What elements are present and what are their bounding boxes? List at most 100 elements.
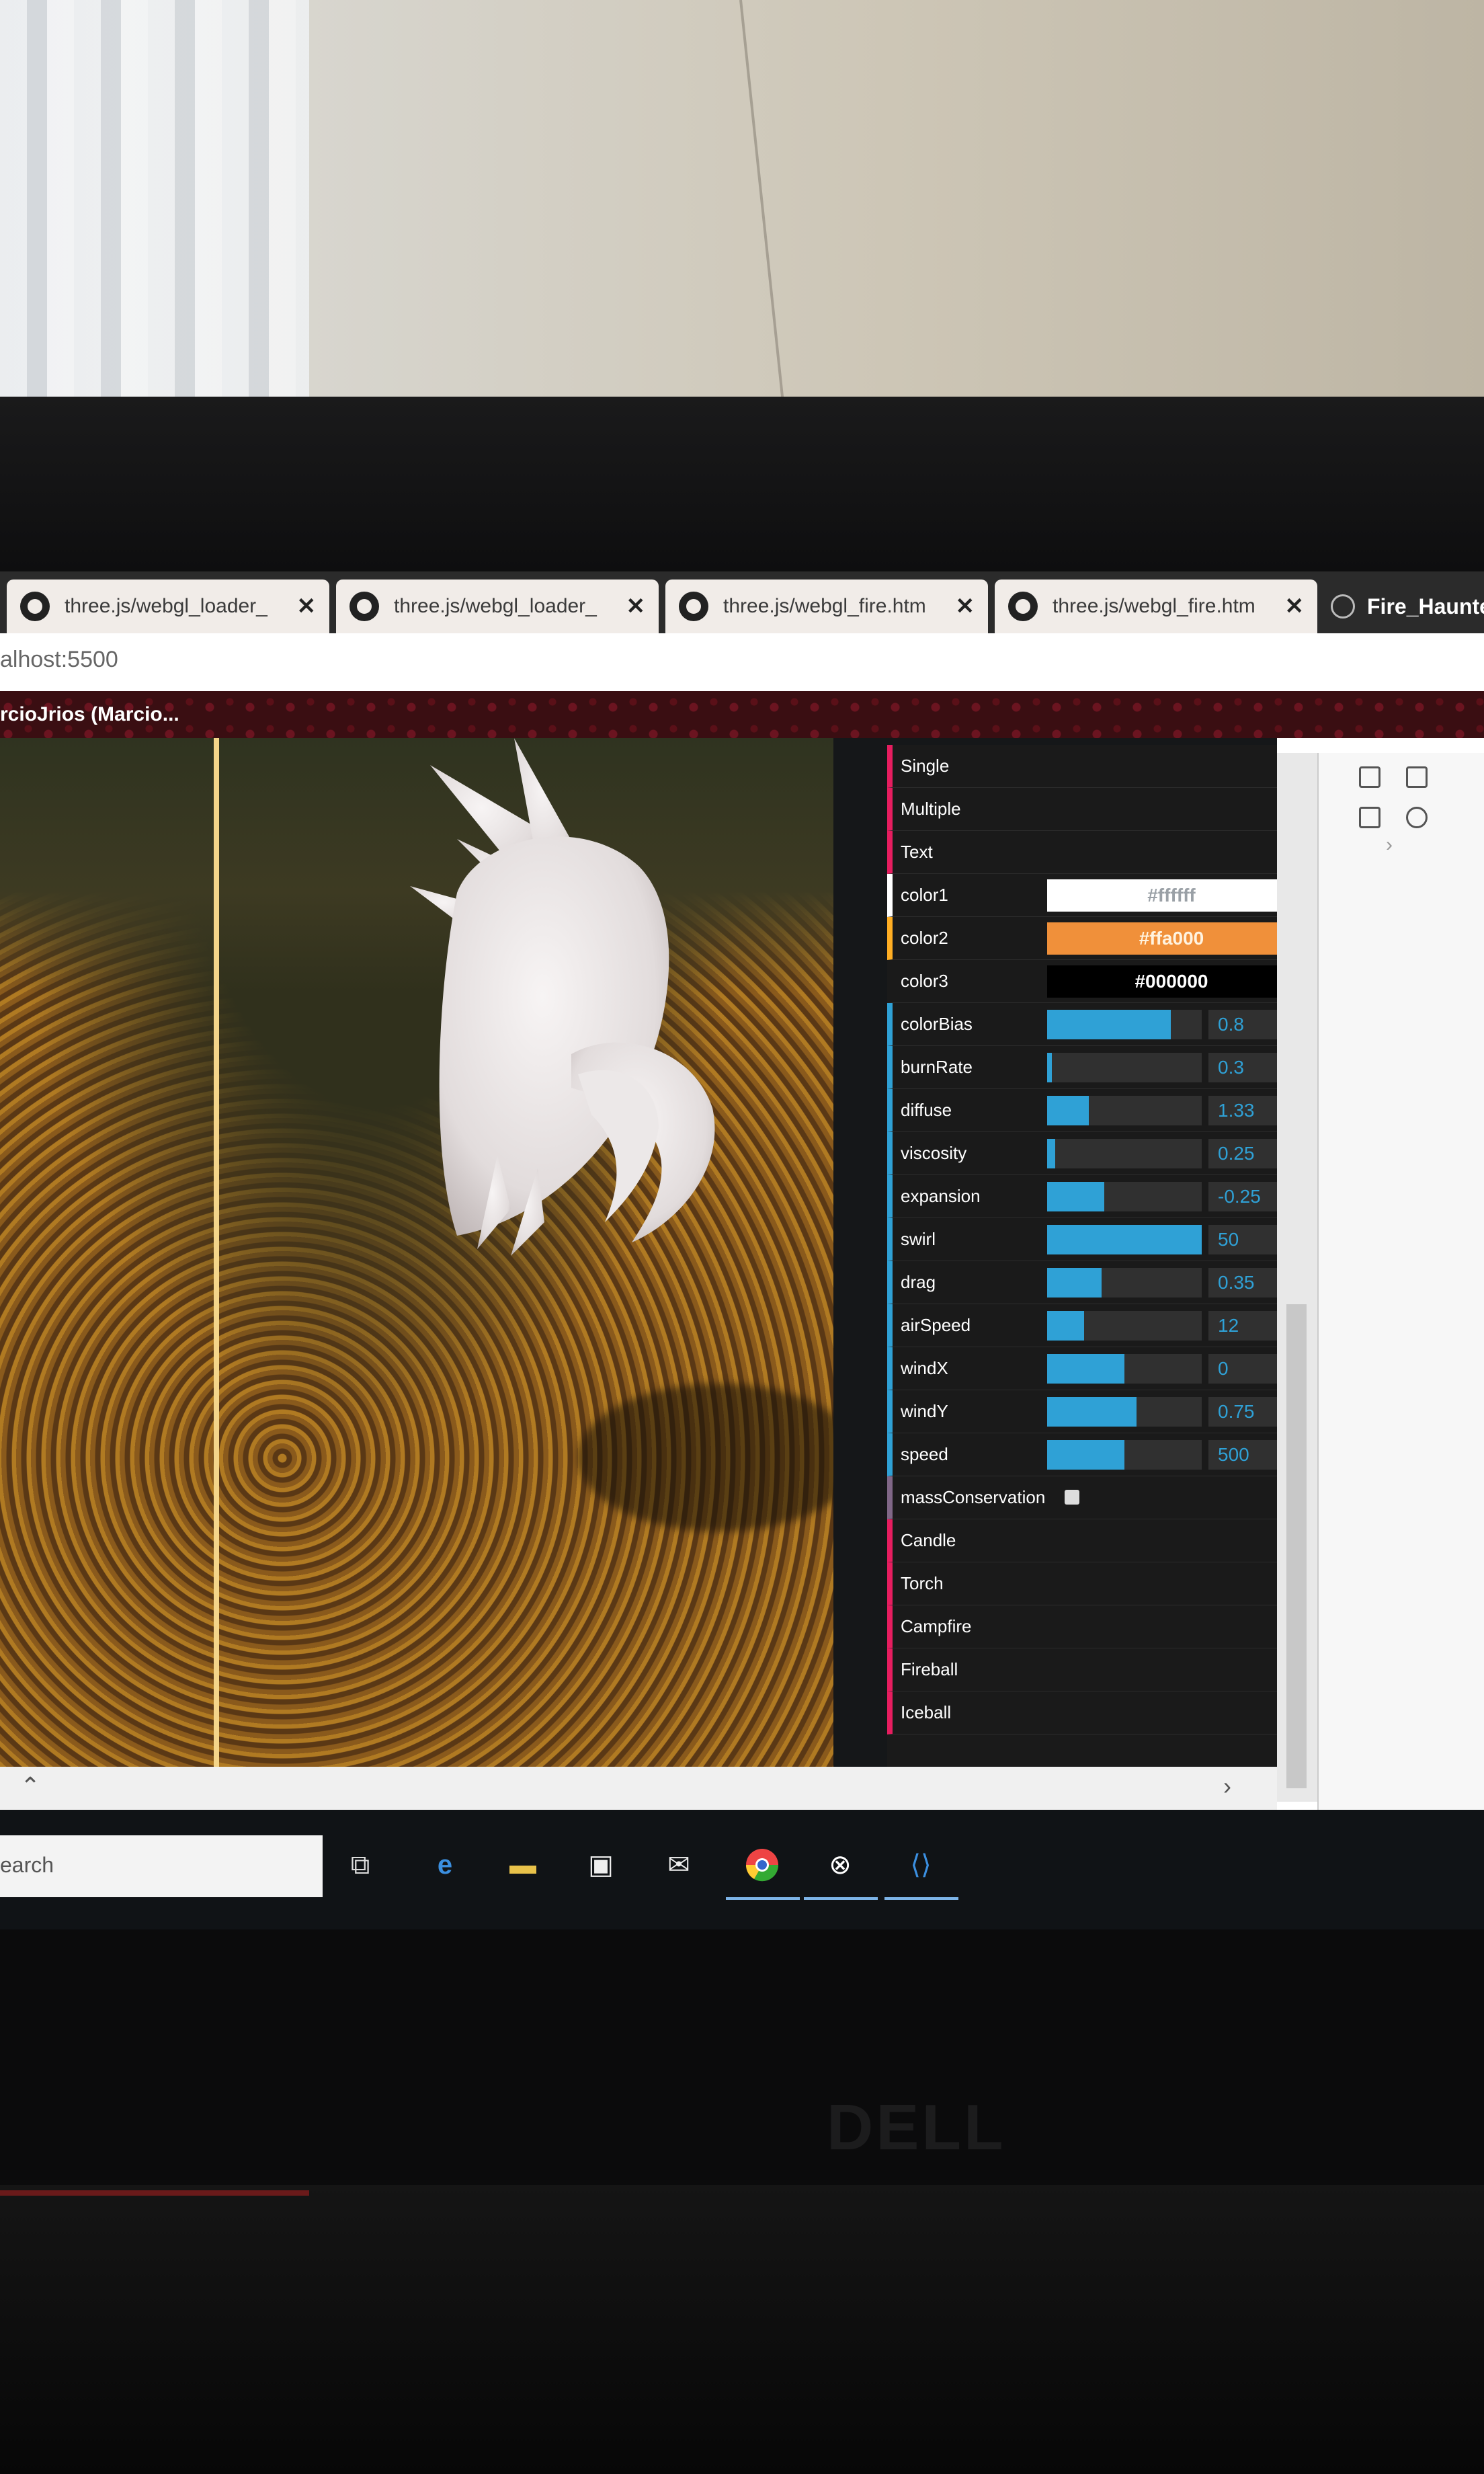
- vscode-icon[interactable]: ⟨⟩: [903, 1847, 938, 1882]
- slider-value-input[interactable]: 500: [1208, 1440, 1277, 1470]
- slider-row-colorbias[interactable]: colorBias 0.8: [887, 1003, 1277, 1046]
- slider-label: diffuse: [901, 1100, 952, 1120]
- vscode-active-indicator: [884, 1897, 958, 1900]
- preset-single[interactable]: Single: [887, 745, 1277, 788]
- slider-track[interactable]: [1047, 1096, 1202, 1125]
- scrollbar-thumb[interactable]: [1286, 1304, 1307, 1788]
- xbox-active-indicator: [804, 1897, 878, 1900]
- task-view-icon[interactable]: ⧉: [343, 1847, 378, 1882]
- slider-row-windy[interactable]: windY 0.75: [887, 1390, 1277, 1433]
- slider-row-viscosity[interactable]: viscosity 0.25: [887, 1132, 1277, 1175]
- fire-preset-fireball[interactable]: Fireball: [887, 1648, 1277, 1691]
- tab-3[interactable]: three.js/webgl_fire.htm ✕: [665, 580, 988, 633]
- checkbox-label: massConservation: [901, 1487, 1046, 1507]
- device-toggle-icon[interactable]: [1406, 766, 1428, 788]
- url-text: alhost:5500: [0, 647, 118, 672]
- monitor-base: [0, 2185, 1484, 2474]
- slider-value-input[interactable]: 0: [1208, 1354, 1277, 1384]
- color-label: color1: [901, 885, 948, 905]
- github-icon: [679, 592, 708, 621]
- slider-label: windY: [901, 1401, 948, 1421]
- chevron-up-icon[interactable]: ⌃: [20, 1772, 40, 1800]
- edge-icon[interactable]: e: [427, 1847, 462, 1882]
- taskbar-search[interactable]: earch: [0, 1835, 323, 1897]
- slider-value-input[interactable]: 12: [1208, 1311, 1277, 1341]
- chrome-icon[interactable]: [745, 1847, 780, 1882]
- color3-row[interactable]: color3 #000000: [887, 960, 1277, 1003]
- fire-preset-torch[interactable]: Torch: [887, 1562, 1277, 1605]
- slider-track[interactable]: [1047, 1397, 1202, 1427]
- slider-track[interactable]: [1047, 1225, 1202, 1254]
- preset-multiple[interactable]: Multiple: [887, 788, 1277, 831]
- slider-label: windX: [901, 1358, 948, 1378]
- tab-active[interactable]: Fire_Haunte: [1331, 580, 1484, 633]
- slider-value-input[interactable]: -0.25: [1208, 1182, 1277, 1211]
- tab-4[interactable]: three.js/webgl_fire.htm ✕: [995, 580, 1317, 633]
- preset-label: Multiple: [901, 799, 961, 819]
- slider-track[interactable]: [1047, 1182, 1202, 1211]
- slider-value-input[interactable]: 50: [1208, 1225, 1277, 1254]
- color3-swatch[interactable]: #000000: [1047, 965, 1277, 998]
- file-explorer-icon[interactable]: ▬: [505, 1847, 540, 1882]
- slider-fill: [1047, 1182, 1104, 1211]
- color1-swatch[interactable]: #ffffff: [1047, 879, 1277, 912]
- color-label: color2: [901, 928, 948, 948]
- slider-label: swirl: [901, 1229, 936, 1249]
- preset-text[interactable]: Text: [887, 831, 1277, 874]
- xbox-icon[interactable]: ⊗: [823, 1847, 858, 1882]
- taskbar: earch ⧉ e ▬ ▣ ✉ ⊗ ⟨⟩: [0, 1810, 1484, 1929]
- slider-track[interactable]: [1047, 1010, 1202, 1039]
- slider-row-windx[interactable]: windX 0: [887, 1347, 1277, 1390]
- slider-value-input[interactable]: 1.33: [1208, 1096, 1277, 1125]
- slider-value-input[interactable]: 0.25: [1208, 1139, 1277, 1168]
- slider-row-diffuse[interactable]: diffuse 1.33: [887, 1089, 1277, 1132]
- mass-conservation-row[interactable]: massConservation: [887, 1476, 1277, 1519]
- close-icon[interactable]: ✕: [1285, 593, 1305, 620]
- bookmark-item[interactable]: rcioJrios (Marcio...: [0, 703, 179, 726]
- vertical-scrollbar[interactable]: [1277, 753, 1317, 1802]
- scroll-right-icon[interactable]: ›: [1223, 1772, 1231, 1800]
- fire-preset-iceball[interactable]: Iceball: [887, 1691, 1277, 1734]
- slider-row-burnrate[interactable]: burnRate 0.3: [887, 1046, 1277, 1089]
- monitor-bezel-top: [0, 397, 1484, 571]
- devtools-pane: ›: [1317, 753, 1484, 1829]
- slider-row-airspeed[interactable]: airSpeed 12: [887, 1304, 1277, 1347]
- close-icon[interactable]: ✕: [297, 593, 317, 620]
- slider-row-drag[interactable]: drag 0.35: [887, 1261, 1277, 1304]
- slider-value-input[interactable]: 0.75: [1208, 1397, 1277, 1427]
- fire-preset-campfire[interactable]: Campfire: [887, 1605, 1277, 1648]
- console-icon[interactable]: [1359, 807, 1380, 828]
- brand-logo: DELL: [827, 2091, 1006, 2163]
- store-icon[interactable]: ▣: [583, 1847, 618, 1882]
- slider-value-input[interactable]: 0.8: [1208, 1010, 1277, 1039]
- color2-swatch[interactable]: #ffa000: [1047, 922, 1277, 955]
- mail-icon[interactable]: ✉: [661, 1847, 696, 1882]
- slider-track[interactable]: [1047, 1139, 1202, 1168]
- close-icon[interactable]: ✕: [956, 593, 975, 620]
- tab-2[interactable]: three.js/webgl_loader_ ✕: [336, 580, 659, 633]
- slider-row-expansion[interactable]: expansion -0.25: [887, 1175, 1277, 1218]
- inspect-icon[interactable]: [1359, 766, 1380, 788]
- slider-track[interactable]: [1047, 1053, 1202, 1082]
- color2-row[interactable]: color2 #ffa000: [887, 917, 1277, 960]
- slider-value-input[interactable]: 0.35: [1208, 1268, 1277, 1298]
- slider-row-speed[interactable]: speed 500: [887, 1433, 1277, 1476]
- slider-row-swirl[interactable]: swirl 50: [887, 1218, 1277, 1261]
- slider-fill: [1047, 1311, 1084, 1341]
- slider-track[interactable]: [1047, 1311, 1202, 1341]
- close-icon[interactable]: ✕: [626, 593, 646, 620]
- slider-track[interactable]: [1047, 1440, 1202, 1470]
- mass-conservation-checkbox[interactable]: [1065, 1490, 1079, 1505]
- slider-track[interactable]: [1047, 1354, 1202, 1384]
- webgl-viewport[interactable]: Single Multiple Text color1 #ffffff colo…: [0, 738, 1277, 1767]
- dat-gui-panel[interactable]: Single Multiple Text color1 #ffffff colo…: [887, 745, 1277, 1767]
- slider-track[interactable]: [1047, 1268, 1202, 1298]
- address-bar[interactable]: alhost:5500: [0, 633, 1484, 692]
- fire-preset-candle[interactable]: Candle: [887, 1519, 1277, 1562]
- slider-label: airSpeed: [901, 1315, 971, 1335]
- slider-value-input[interactable]: 0.3: [1208, 1053, 1277, 1082]
- clear-console-icon[interactable]: [1406, 807, 1428, 828]
- tab-1[interactable]: three.js/webgl_loader_ ✕: [7, 580, 329, 633]
- color1-row[interactable]: color1 #ffffff: [887, 874, 1277, 917]
- horizontal-scrollbar[interactable]: ⌃ ›: [0, 1767, 1277, 1810]
